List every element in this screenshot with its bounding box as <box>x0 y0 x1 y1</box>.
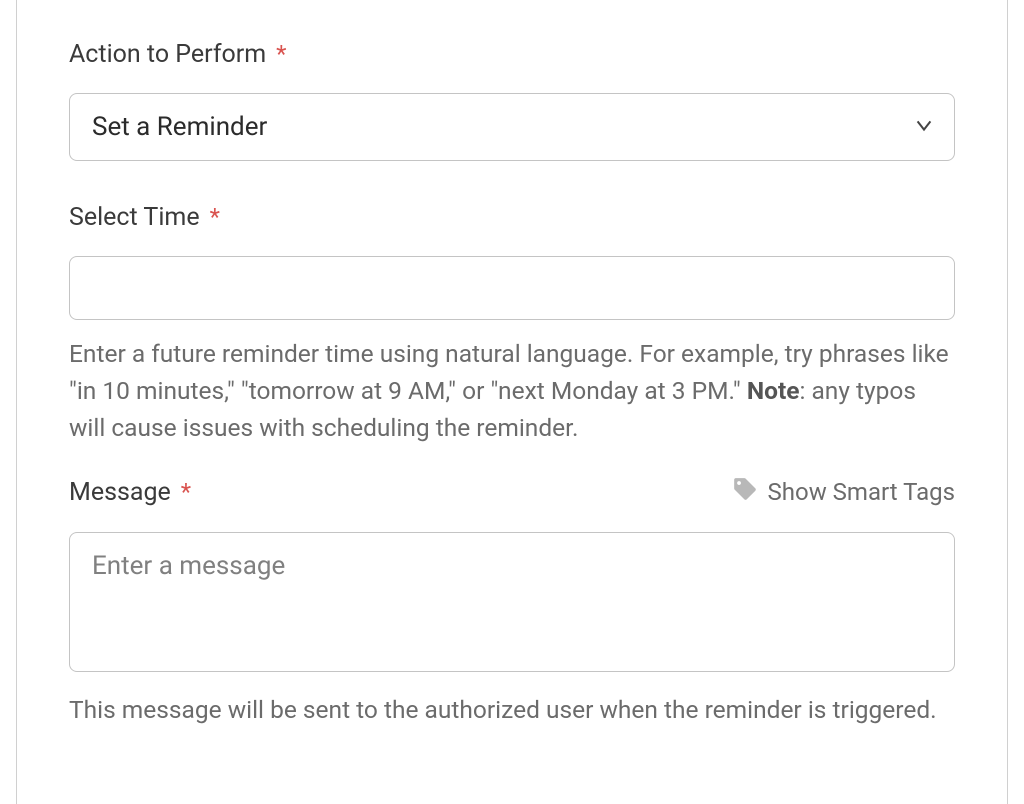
form-panel: Action to Perform * Set a Reminder Selec… <box>16 0 1008 804</box>
smart-tags-button[interactable]: Show Smart Tags <box>732 476 955 508</box>
message-help-text: This message will be sent to the authori… <box>69 692 955 729</box>
required-asterisk: * <box>276 40 286 68</box>
action-select-wrap: Set a Reminder <box>69 93 955 161</box>
smart-tags-label: Show Smart Tags <box>768 478 955 506</box>
required-asterisk: * <box>181 478 191 506</box>
action-field-group: Action to Perform * Set a Reminder <box>69 40 955 161</box>
message-field-group: Message * Show Smart Tags This message w… <box>69 476 955 729</box>
message-label: Message <box>69 478 171 507</box>
action-label: Action to Perform <box>69 40 266 69</box>
time-help-text: Enter a future reminder time using natur… <box>69 336 955 446</box>
time-label: Select Time <box>69 203 200 232</box>
message-textarea[interactable] <box>69 532 955 672</box>
required-asterisk: * <box>210 203 220 231</box>
action-select-value: Set a Reminder <box>92 112 267 142</box>
time-field-group: Select Time * Enter a future reminder ti… <box>69 203 955 446</box>
time-input[interactable] <box>69 256 955 320</box>
time-label-row: Select Time * <box>69 203 955 232</box>
message-label-row: Message * Show Smart Tags <box>69 476 955 508</box>
time-help-note-label: Note <box>747 376 800 405</box>
tag-icon <box>732 476 758 508</box>
action-label-row: Action to Perform * <box>69 40 955 69</box>
action-select[interactable]: Set a Reminder <box>69 93 955 161</box>
